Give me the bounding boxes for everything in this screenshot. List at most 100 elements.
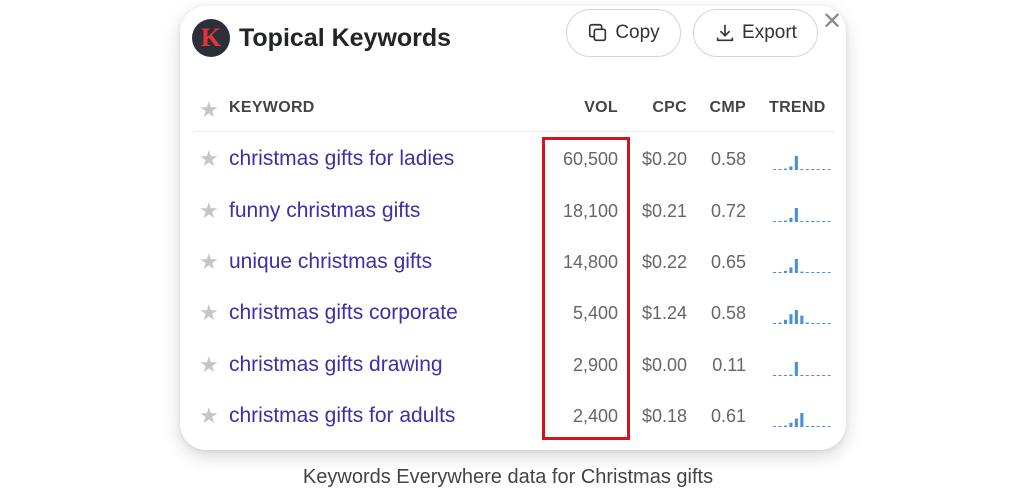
table-row: ★ unique christmas gifts 14,800 $0.22 0.65: [180, 247, 846, 297]
table-row: ★ christmas gifts for ladies 60,500 $0.20 0.…: [180, 144, 846, 194]
star-icon[interactable]: ★: [199, 144, 219, 174]
star-icon[interactable]: ★: [199, 247, 219, 277]
trend-bar: [773, 323, 777, 324]
trend-bar: [822, 323, 826, 324]
trend-bar: [811, 375, 815, 376]
keyword-link[interactable]: funny christmas gifts: [229, 196, 420, 226]
cmp-value: 0.58: [710, 303, 746, 323]
trend-bar: [789, 267, 793, 273]
trend-sparkline[interactable]: [772, 200, 832, 222]
trend-bar: [778, 426, 782, 427]
trend-sparkline[interactable]: [772, 148, 832, 170]
image-caption: Keywords Everywhere data for Christmas g…: [302, 466, 714, 488]
volume-highlight-box: [542, 137, 630, 440]
trend-bar: [822, 426, 826, 427]
trend-bar: [778, 169, 782, 170]
trend-bar: [778, 272, 782, 273]
trend-bar: [800, 169, 804, 170]
trend-bar: [773, 426, 777, 427]
trend-bar: [789, 217, 793, 222]
trend-sparkline[interactable]: [772, 405, 832, 427]
trend-bar: [778, 221, 782, 222]
trend-bar: [778, 375, 782, 376]
trend-bar: [778, 322, 782, 324]
keyword-link[interactable]: christmas gifts corporate: [229, 298, 458, 328]
trend-bar: [800, 315, 804, 324]
trend-bar: [789, 422, 793, 427]
trend-bar: [816, 272, 820, 273]
trend-bar: [805, 322, 809, 324]
trend-bar: [789, 166, 793, 170]
keyword-link[interactable]: christmas gifts for ladies: [229, 144, 454, 174]
keyword-link[interactable]: christmas gifts drawing: [229, 350, 443, 380]
trend-bar: [827, 426, 831, 427]
header-divider: [194, 131, 834, 132]
trend-bar: [789, 314, 793, 324]
trend-bar: [773, 169, 777, 170]
cpc-value: $0.20: [641, 149, 687, 169]
trend-bar: [773, 375, 777, 376]
cpc-value: $0.18: [641, 406, 687, 426]
trend-bar: [773, 272, 777, 273]
col-header-cpc[interactable]: CPC: [630, 99, 687, 117]
cpc-value: $0.00: [641, 355, 687, 375]
cmp-value: 0.11: [712, 355, 746, 375]
trend-bar: [800, 413, 804, 427]
trend-bar: [811, 426, 815, 427]
trend-bar: [827, 323, 831, 324]
topical-keywords-panel: K Topical Keywords Copy Export ✕ ★ KEYWO…: [180, 6, 846, 450]
trend-bar: [827, 272, 831, 273]
export-button-label: Export: [742, 22, 797, 43]
copy-button[interactable]: Copy: [566, 9, 681, 57]
download-icon: [716, 24, 734, 42]
trend-sparkline[interactable]: [772, 354, 832, 376]
col-header-vol[interactable]: VOL: [550, 99, 618, 117]
col-header-keyword[interactable]: KEYWORD: [229, 99, 315, 117]
star-icon[interactable]: ★: [199, 401, 219, 431]
trend-bar: [811, 169, 815, 170]
trend-bar: [805, 272, 809, 273]
cmp-value: 0.58: [710, 149, 746, 169]
trend-sparkline[interactable]: [772, 302, 832, 324]
trend-bar: [816, 375, 820, 376]
star-icon[interactable]: ★: [199, 196, 219, 226]
cpc-value: $0.21: [641, 201, 687, 221]
trend-bar: [789, 374, 793, 376]
trend-bar: [811, 323, 815, 324]
keyword-link[interactable]: christmas gifts for adults: [229, 401, 455, 431]
col-header-trend[interactable]: TREND: [769, 99, 826, 117]
col-header-cmp[interactable]: CMP: [695, 99, 746, 117]
close-icon[interactable]: ✕: [822, 10, 842, 34]
trend-bar: [811, 272, 815, 273]
trend-sparkline[interactable]: [772, 251, 832, 273]
header-star-icon[interactable]: ★: [199, 97, 219, 123]
star-icon[interactable]: ★: [199, 350, 219, 380]
trend-bar: [805, 221, 809, 222]
logo-letter: K: [200, 23, 222, 52]
table-row: ★ christmas gifts corporate 5,400 $1.24 0.58: [180, 298, 846, 348]
trend-bar: [822, 272, 826, 273]
trend-bar: [800, 375, 804, 376]
trend-bar: [816, 426, 820, 427]
cmp-value: 0.72: [710, 201, 746, 221]
table-row: ★ christmas gifts drawing 2,900 $0.00 0.11: [180, 350, 846, 400]
cpc-value: $0.22: [641, 252, 687, 272]
cmp-value: 0.61: [710, 406, 746, 426]
export-button[interactable]: Export: [693, 9, 818, 57]
cmp-value: 0.65: [710, 252, 746, 272]
trend-bar: [816, 221, 820, 222]
panel-title: Topical Keywords: [239, 24, 452, 52]
table-row: ★ funny christmas gifts 18,100 $0.21 0.72: [180, 196, 846, 246]
trend-bar: [783, 375, 787, 376]
keyword-link[interactable]: unique christmas gifts: [229, 247, 432, 277]
trend-bar: [827, 375, 831, 376]
trend-bar: [822, 169, 826, 170]
trend-bar: [822, 375, 826, 376]
trend-bar: [783, 425, 787, 427]
star-icon[interactable]: ★: [199, 298, 219, 328]
trend-bar: [805, 375, 809, 376]
trend-bar: [794, 310, 798, 324]
trend-bar: [800, 271, 804, 273]
trend-bar: [794, 418, 798, 427]
trend-bar: [816, 323, 820, 324]
